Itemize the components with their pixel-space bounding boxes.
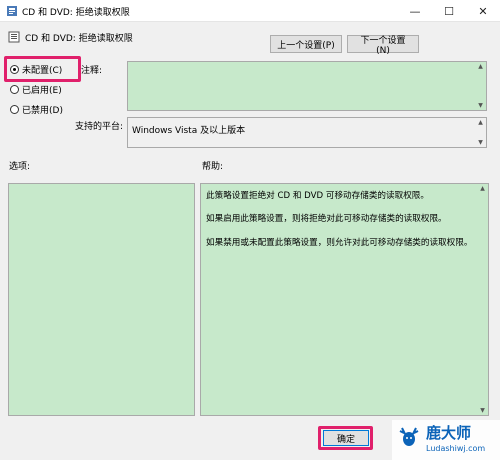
radio-indicator[interactable]	[10, 104, 19, 114]
policy-setting-icon	[8, 31, 20, 43]
supported-platform-box: Windows Vista 及以上版本 ▲ ▼	[127, 117, 487, 148]
comment-label: 注释:	[81, 66, 103, 76]
radio-label: 已启用(E)	[22, 85, 62, 96]
help-paragraph: 如果禁用或未配置此策略设置，则允许对此可移动存储类的读取权限。	[206, 238, 473, 248]
options-panel	[8, 183, 195, 416]
help-paragraph: 此策略设置拒绝对 CD 和 DVD 可移动存储类的读取权限。	[206, 191, 429, 201]
highlight-box-radio	[4, 56, 81, 82]
watermark: 鹿大师 Ludashiwj.com	[392, 420, 500, 460]
next-setting-button[interactable]: 下一个设置(N)	[347, 35, 419, 56]
deer-logo-icon	[399, 427, 419, 446]
supported-platform-value: Windows Vista 及以上版本	[132, 126, 246, 136]
scroll-up-icon[interactable]: ▲	[475, 119, 486, 126]
scroll-up-icon[interactable]: ▲	[475, 63, 486, 70]
comment-scrollbar[interactable]: ▲ ▼	[475, 62, 486, 110]
previous-setting-button[interactable]: 上一个设置(P)	[270, 35, 342, 53]
watermark-url: Ludashiwj.com	[426, 444, 486, 453]
setting-title: CD 和 DVD: 拒绝读取权限	[25, 34, 133, 44]
help-scrollbar[interactable]: ▲ ▼	[477, 184, 488, 415]
help-label: 帮助:	[202, 162, 224, 172]
scroll-down-icon[interactable]: ▼	[475, 139, 486, 146]
minimize-button[interactable]: —	[398, 0, 432, 22]
radio-label: 已禁用(D)	[22, 105, 63, 116]
help-paragraph: 如果启用此策略设置，则将拒绝对此可移动存储类的读取权限。	[206, 214, 447, 224]
close-button[interactable]: ✕	[466, 0, 500, 22]
comment-textarea[interactable]	[127, 61, 487, 111]
radio-enabled[interactable]: 已启用(E)	[10, 81, 62, 97]
maximize-button[interactable]: ☐	[432, 0, 466, 22]
policy-app-icon	[7, 6, 17, 16]
radio-disabled[interactable]: 已禁用(D)	[10, 101, 63, 117]
radio-indicator[interactable]	[10, 84, 19, 94]
title-bar: CD 和 DVD: 拒绝读取权限 — ☐ ✕	[0, 0, 500, 22]
options-label: 选项:	[9, 162, 31, 172]
platform-scrollbar[interactable]: ▲ ▼	[475, 118, 486, 147]
highlight-box-ok	[318, 426, 373, 450]
scroll-up-icon[interactable]: ▲	[477, 185, 488, 192]
watermark-name: 鹿大师	[426, 424, 472, 442]
scroll-down-icon[interactable]: ▼	[475, 102, 486, 109]
scroll-down-icon[interactable]: ▼	[477, 407, 488, 414]
supported-platform-label: 支持的平台:	[75, 122, 124, 132]
help-panel: 此策略设置拒绝对 CD 和 DVD 可移动存储类的读取权限。 如果启用此策略设置…	[200, 183, 489, 416]
window-title: CD 和 DVD: 拒绝读取权限	[22, 8, 130, 18]
